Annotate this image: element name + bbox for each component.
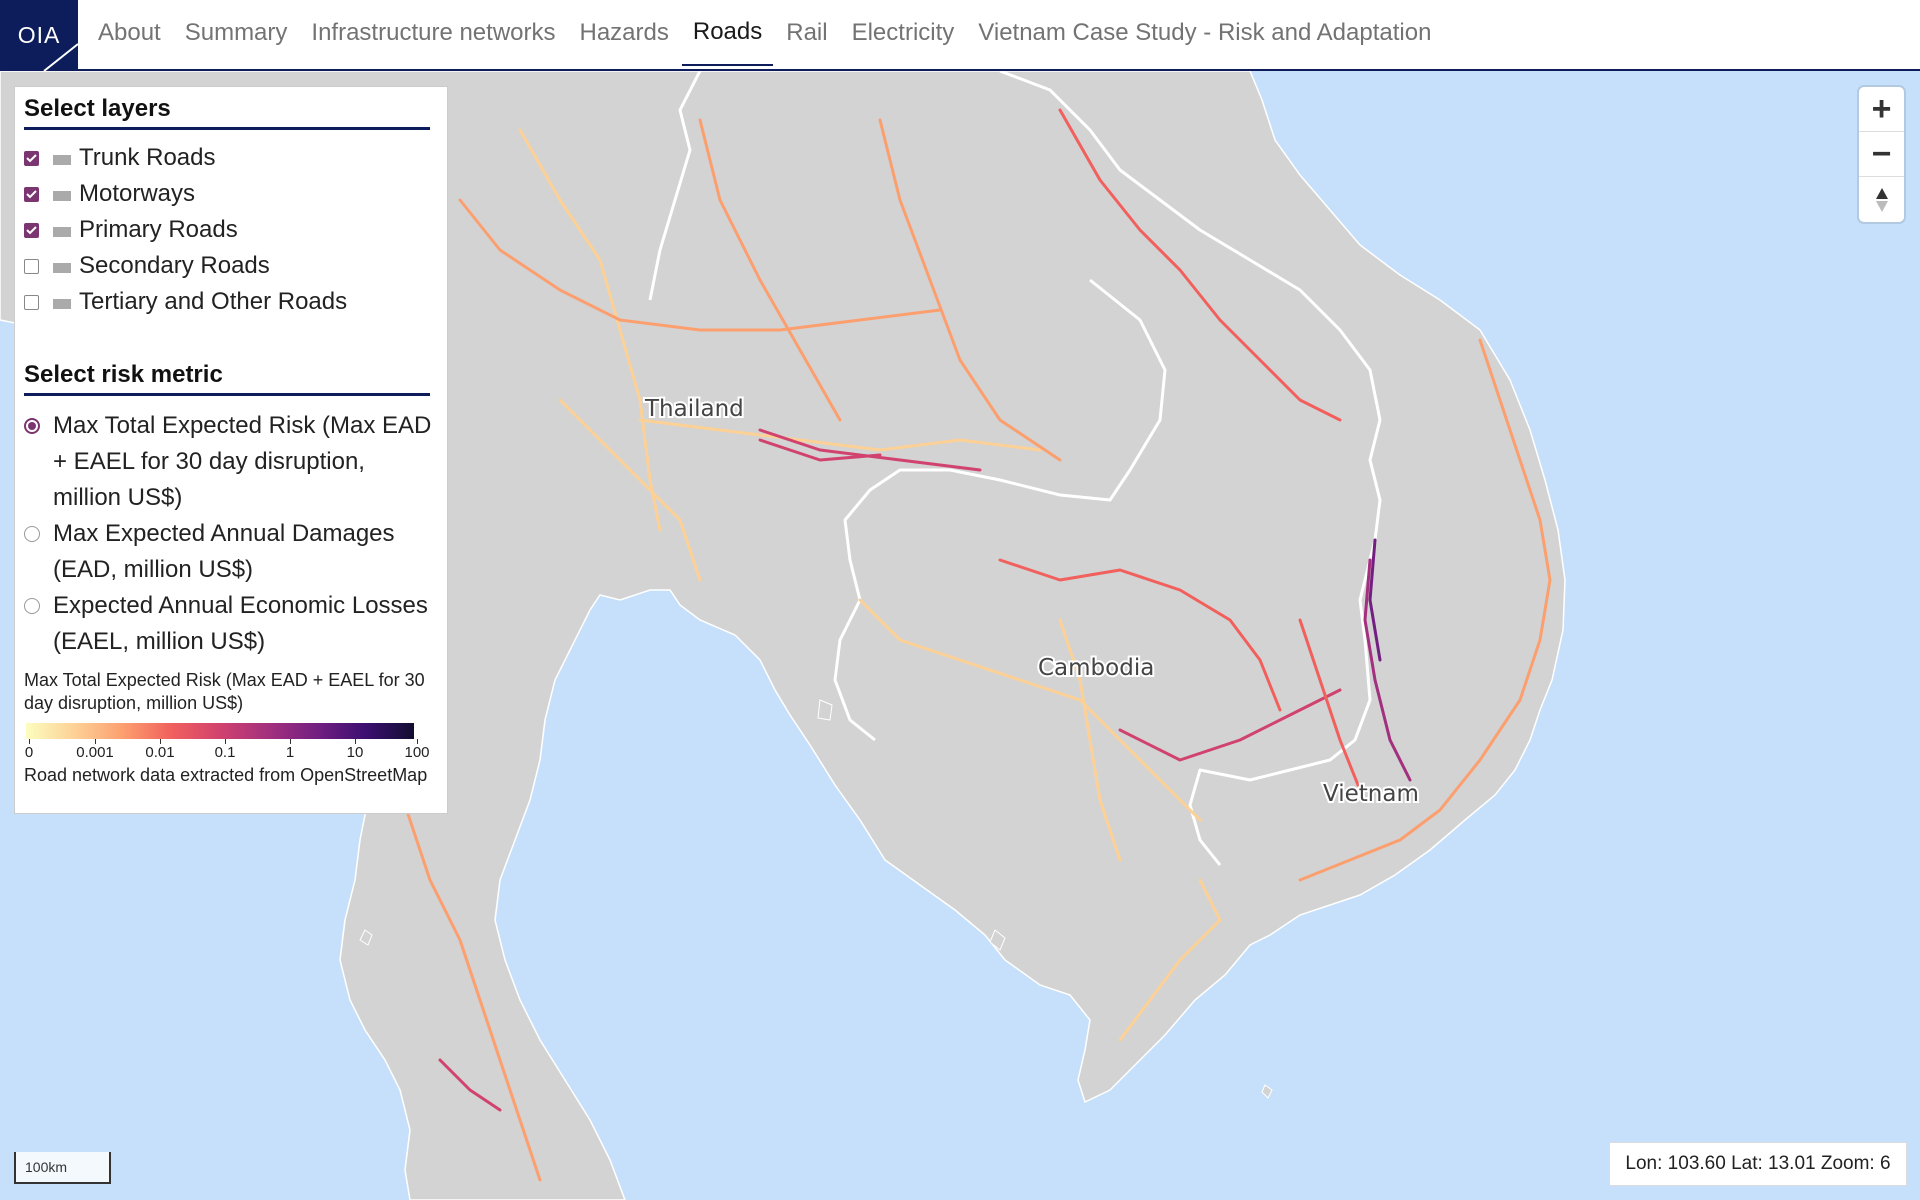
layer-label: Primary Roads [79,216,238,243]
checkbox-trunk-roads[interactable] [24,150,39,166]
checkmark-icon [26,225,37,234]
layer-label: Secondary Roads [79,252,270,279]
top-navigation-bar: OIA About Summary Infrastructure network… [0,0,1920,71]
tab-infrastructure-networks[interactable]: Infrastructure networks [300,0,566,66]
data-source-note: Road network data extracted from OpenStr… [24,765,428,785]
checkbox-secondary-roads[interactable] [24,258,39,274]
checkbox-motorways[interactable] [24,186,39,202]
legend-ticks: 0 0.001 0.01 0.1 1 10 100 [24,739,430,761]
radio-ead[interactable] [24,526,40,542]
layer-swatch [53,155,71,165]
radio-eael[interactable] [24,598,40,614]
tab-electricity[interactable]: Electricity [841,0,966,66]
zoom-in-button[interactable]: + [1859,87,1904,132]
legend-tick-label: 1 [285,744,295,761]
layer-secondary-roads[interactable]: Secondary Roads [24,248,438,284]
radio-total-risk[interactable] [24,418,40,434]
oia-logo[interactable]: OIA [0,0,78,71]
layer-label: Trunk Roads [79,144,216,171]
label-vietnam: Vietnam [1323,781,1419,807]
map-navigation-control: + − [1859,87,1904,222]
legend-title: Max Total Expected Risk (Max EAD + EAEL … [24,670,425,713]
compass-button[interactable] [1859,177,1904,222]
legend-color-ramp [26,723,414,739]
checkbox-tertiary-roads[interactable] [24,294,39,310]
layer-swatch [53,299,71,309]
plus-icon: + [1871,89,1892,128]
layer-list: Trunk Roads Motorways Primary Roads Seco… [24,140,438,320]
checkmark-icon [26,189,37,198]
legend-tick-label: 0.1 [214,744,236,761]
legend-tick-label: 0.01 [145,744,175,761]
risk-option-label: Max Total Expected Risk (Max EAD + EAEL … [53,412,432,511]
tab-vietnam-case-study[interactable]: Vietnam Case Study - Risk and Adaptation [967,0,1442,66]
tab-summary[interactable]: Summary [174,0,299,66]
legend-tick-label: 0.001 [76,744,114,761]
select-layers-title: Select layers [24,95,430,130]
main-nav: About Summary Infrastructure networks Ha… [87,0,1444,71]
legend-tick-label: 0 [24,744,34,761]
tab-roads[interactable]: Roads [681,0,774,66]
tab-rail[interactable]: Rail [775,0,838,66]
layer-swatch [53,191,71,201]
tab-about[interactable]: About [87,0,172,66]
risk-option-ead[interactable]: Max Expected Annual Damages (EAD, millio… [24,516,438,588]
layer-label: Motorways [79,180,196,207]
layer-swatch [53,227,71,237]
checkmark-icon [26,153,37,162]
zoom-out-button[interactable]: − [1859,132,1904,177]
risk-option-label: Max Expected Annual Damages (EAD, millio… [53,520,395,583]
legend-tick-label: 10 [346,744,364,761]
label-cambodia: Cambodia [1038,655,1154,681]
layer-label: Tertiary and Other Roads [79,288,348,315]
label-thailand: Thailand [644,396,744,422]
legend-tick-label: 100 [404,744,430,761]
risk-option-eael[interactable]: Expected Annual Economic Losses (EAEL, m… [24,588,438,660]
layer-primary-roads[interactable]: Primary Roads [24,212,438,248]
checkbox-primary-roads[interactable] [24,222,39,238]
risk-metric-options: Max Total Expected Risk (Max EAD + EAEL … [24,408,438,660]
layer-trunk-roads[interactable]: Trunk Roads [24,140,438,176]
coordinate-readout: Lon: 103.60 Lat: 13.01 Zoom: 6 [1609,1142,1907,1186]
minus-icon: − [1871,134,1892,173]
layer-tertiary-roads[interactable]: Tertiary and Other Roads [24,284,438,320]
select-risk-metric-title: Select risk metric [24,361,430,396]
scale-bar: 100km [14,1152,111,1184]
layer-control-panel: Select layers Trunk Roads Motorways Prim… [14,86,448,814]
layer-swatch [53,263,71,273]
risk-option-total[interactable]: Max Total Expected Risk (Max EAD + EAEL … [24,408,438,516]
tab-hazards[interactable]: Hazards [569,0,680,66]
logo-text: OIA [17,22,61,48]
risk-option-label: Expected Annual Economic Losses (EAEL, m… [53,592,428,655]
layer-motorways[interactable]: Motorways [24,176,438,212]
compass-icon [1875,187,1888,212]
